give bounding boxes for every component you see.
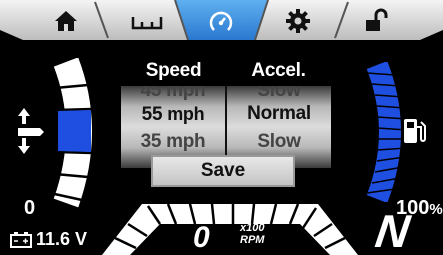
gear-position: N [372, 205, 413, 255]
trim-gauge [49, 58, 93, 208]
rpm-unit: x100 RPM [240, 222, 264, 246]
battery-readout: 11.6 V [10, 229, 87, 250]
save-button[interactable]: Save [151, 155, 295, 187]
accel-option-below[interactable]: Slow [227, 131, 331, 153]
tab-home[interactable] [52, 8, 80, 34]
rpm-value: 0 [193, 221, 210, 254]
tab-trim[interactable] [130, 8, 164, 34]
rpm-label: RPM [240, 234, 265, 246]
speed-header: Speed [145, 60, 202, 81]
speed-selected-value: 55 [141, 104, 163, 125]
speed-selected-unit: mph [167, 104, 205, 124]
accel-header: Accel. [251, 60, 306, 81]
tab-settings[interactable] [284, 8, 312, 34]
top-tab-bar [0, 0, 443, 44]
speed-accel-picker: Speed Accel. 45 mph 55 mph 35 mph Slow N… [121, 58, 331, 168]
trim-value: 0 [24, 197, 36, 219]
tab-speed-control[interactable] [207, 8, 235, 34]
speedometer-icon [209, 11, 233, 31]
fuel-unit: % [429, 201, 443, 218]
home-icon [55, 11, 77, 31]
trim-level-indicator [58, 110, 91, 152]
speed-option-above[interactable]: 45 mph [121, 86, 225, 102]
rpm-multiplier: x100 [240, 222, 265, 234]
speed-option-selected[interactable]: 55 mph [121, 103, 225, 126]
gear-icon [286, 9, 310, 33]
tab-lock[interactable] [362, 8, 390, 34]
battery-icon [10, 231, 32, 248]
unlock-icon [366, 8, 388, 31]
accel-option-above[interactable]: Slow [227, 86, 331, 102]
accel-option-selected[interactable]: Normal [227, 103, 331, 125]
outboard-trim-icon [18, 108, 44, 154]
tachometer-arc [102, 203, 358, 255]
trim-gauge-icon [131, 17, 163, 30]
battery-voltage: 11.6 V [36, 229, 88, 249]
speed-option-below[interactable]: 35 mph [121, 131, 225, 153]
fuel-pump-icon [404, 119, 426, 143]
